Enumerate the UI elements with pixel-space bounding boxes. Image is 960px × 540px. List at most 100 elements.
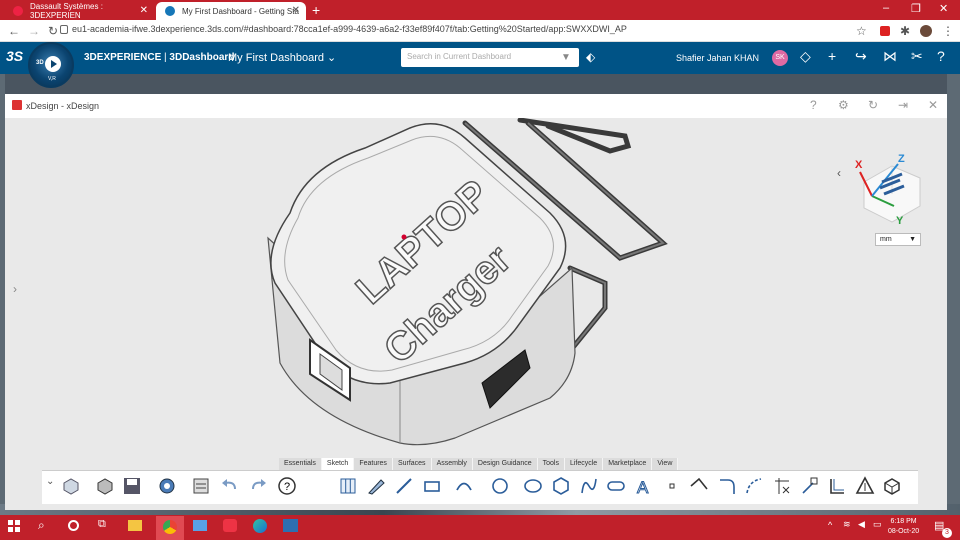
cube-rotate-left-icon[interactable]: ‹	[837, 166, 841, 180]
tab-view[interactable]: View	[652, 458, 679, 470]
share-icon[interactable]: ↪	[855, 48, 867, 65]
add-icon[interactable]: +	[828, 48, 836, 64]
browser-tab-dashboard[interactable]: My First Dashboard - Getting Sta ✕	[156, 2, 306, 20]
extensions-puzzle-icon[interactable]: ✱	[900, 24, 910, 38]
forward-icon[interactable]: →	[28, 24, 40, 38]
fillet-icon[interactable]	[716, 475, 738, 497]
tray-chevron-icon[interactable]: ^	[828, 520, 832, 530]
point-icon[interactable]	[661, 475, 683, 497]
tab-surfaces[interactable]: Surfaces	[392, 458, 432, 470]
bookmark-star-icon[interactable]: ☆	[856, 24, 867, 38]
offset-icon[interactable]	[799, 475, 821, 497]
block-icon[interactable]	[881, 475, 903, 497]
file-explorer-icon[interactable]	[128, 520, 142, 531]
settings-icon[interactable]: ⚙	[838, 98, 849, 112]
close-tab-icon[interactable]: ✕	[292, 5, 300, 16]
help-icon[interactable]: ?	[276, 475, 298, 497]
expand-panel-icon[interactable]: ›	[13, 282, 17, 296]
tab-features[interactable]: Features	[354, 458, 393, 470]
maximize-widget-icon[interactable]: ⇥	[898, 98, 908, 112]
configure-icon[interactable]	[156, 475, 178, 497]
search-input[interactable]: Search in Current Dashboard	[401, 48, 579, 67]
convert-icon[interactable]	[826, 475, 848, 497]
collapse-ribbon-icon[interactable]: ⌄	[46, 476, 54, 487]
tag-icon[interactable]: ⬖	[586, 50, 595, 64]
extension-icon[interactable]	[880, 26, 890, 36]
battery-icon[interactable]: ▭	[873, 519, 882, 530]
maximize-icon[interactable]: ❐	[911, 2, 921, 15]
profile-avatar[interactable]	[920, 25, 932, 37]
arc-icon[interactable]	[453, 475, 475, 497]
volume-icon[interactable]: ◀	[858, 519, 865, 530]
browser-tab-3dexperience[interactable]: Dassault Systèmes : 3DEXPERIEN ✕	[4, 2, 154, 20]
reload-icon[interactable]: ↻	[48, 24, 58, 38]
tab-design-guidance[interactable]: Design Guidance	[472, 458, 538, 470]
polygon-icon[interactable]	[550, 475, 572, 497]
tab-marketplace[interactable]: Marketplace	[603, 458, 653, 470]
compass-icon[interactable]: 3D V,R	[28, 42, 74, 88]
browser-menu-icon[interactable]: ⋮	[942, 24, 954, 38]
widget-titlebar	[5, 94, 947, 118]
taskbar-clock[interactable]: 6:18 PM 08-Oct-20	[888, 517, 919, 537]
notifications-icon[interactable]: ◇	[800, 48, 811, 65]
close-tab-icon[interactable]: ✕	[140, 5, 148, 16]
refresh-icon[interactable]: ↻	[868, 98, 878, 112]
circle-icon[interactable]	[489, 475, 511, 497]
tab-lifecycle[interactable]: Lifecycle	[564, 458, 604, 470]
new-part-icon[interactable]	[94, 475, 116, 497]
tab-assembly[interactable]: Assembly	[431, 458, 473, 470]
sketch-pencil-icon[interactable]	[365, 475, 387, 497]
tab-sketch[interactable]: Sketch	[321, 458, 355, 470]
view-cube[interactable]: X Y Z	[852, 144, 930, 229]
close-window-icon[interactable]: ✕	[939, 2, 948, 15]
spline-icon[interactable]	[578, 475, 600, 497]
chamfer-icon[interactable]	[743, 475, 765, 497]
extend-icon[interactable]	[771, 475, 793, 497]
chevron-down-icon[interactable]: ⌄	[327, 52, 336, 64]
photos-icon[interactable]	[283, 519, 298, 532]
solidworks-icon[interactable]	[223, 519, 237, 532]
text-icon[interactable]: A	[633, 475, 655, 498]
user-name[interactable]: Shafier Jahan KHAN	[676, 53, 759, 63]
lock-icon	[60, 25, 68, 34]
undo-icon[interactable]	[219, 475, 241, 497]
cortana-icon[interactable]	[68, 520, 79, 531]
avatar[interactable]: SK	[772, 50, 788, 66]
help-icon[interactable]: ?	[937, 48, 945, 64]
y-axis-label: Y	[896, 215, 904, 227]
rectangle-icon[interactable]	[421, 475, 443, 497]
chrome-taskbar-button[interactable]	[156, 516, 184, 540]
search-icon[interactable]: ⌕	[38, 518, 45, 533]
network-icon[interactable]: ⋈	[883, 48, 897, 65]
redo-icon[interactable]	[247, 475, 269, 497]
manage-icon[interactable]	[190, 475, 212, 497]
units-select[interactable]: mm ▼	[875, 233, 921, 246]
ellipse-icon[interactable]	[522, 475, 544, 497]
dashboard-name[interactable]: My First Dashboard ⌄	[228, 51, 336, 64]
notification-badge: 3	[942, 528, 952, 538]
back-icon[interactable]: ←	[8, 24, 20, 38]
minimize-icon[interactable]: –	[883, 2, 889, 14]
part-icon[interactable]	[60, 475, 82, 497]
filter-icon[interactable]: ▼	[561, 52, 571, 63]
trim-icon[interactable]	[688, 475, 710, 497]
tab-tools[interactable]: Tools	[537, 458, 565, 470]
wifi-icon[interactable]: ≋	[843, 519, 851, 530]
origin-point	[401, 234, 407, 240]
line-icon[interactable]	[393, 475, 415, 497]
new-tab-button[interactable]: +	[312, 2, 320, 18]
mirror-icon[interactable]	[854, 475, 876, 497]
laptop-charger-model[interactable]: LAPTOP Charger	[250, 118, 680, 453]
windows-start-icon[interactable]	[8, 520, 20, 532]
tab-essentials[interactable]: Essentials	[279, 458, 322, 470]
slot-icon[interactable]	[605, 475, 627, 497]
save-icon[interactable]	[121, 475, 143, 497]
app-icon[interactable]	[193, 520, 207, 531]
task-view-icon[interactable]: ⧉	[98, 518, 106, 531]
tools-icon[interactable]: ✂	[911, 48, 923, 65]
url-field[interactable]: eu1-academia-ifwe.3dexperience.3ds.com/#…	[72, 24, 627, 34]
edge-icon[interactable]	[253, 519, 267, 533]
close-widget-icon[interactable]: ✕	[928, 98, 938, 112]
help-icon[interactable]: ?	[810, 98, 817, 112]
grid-icon[interactable]	[337, 475, 359, 497]
